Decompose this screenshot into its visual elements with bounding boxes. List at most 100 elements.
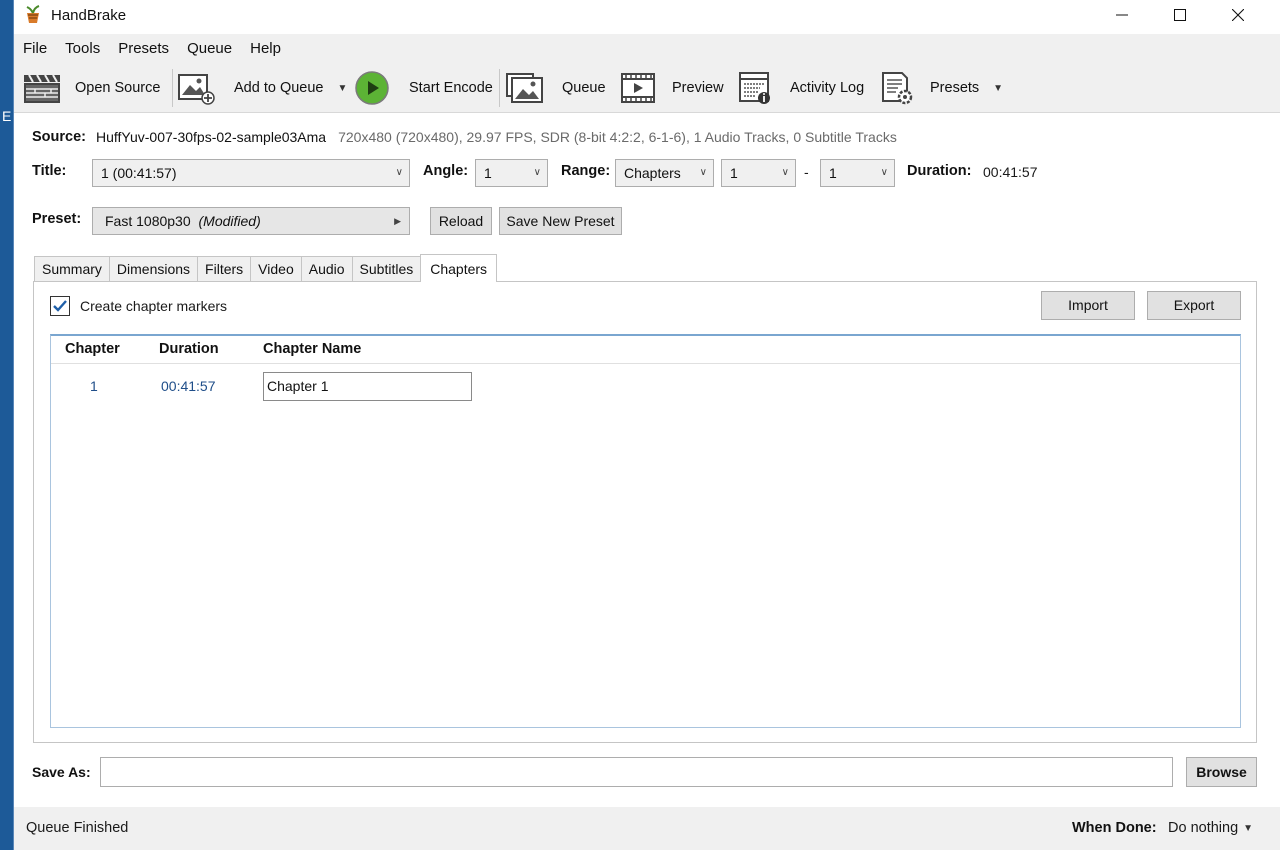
toolbar-separator: [499, 69, 500, 107]
menu-tools[interactable]: Tools: [56, 34, 109, 63]
clapperboard-icon: [23, 71, 61, 105]
range-label: Range:: [561, 163, 611, 179]
activity-log-label: Activity Log: [790, 80, 865, 96]
title-bar[interactable]: HandBrake: [14, 0, 1280, 30]
tab-strip: Summary Dimensions Filters Video Audio S…: [34, 254, 498, 282]
chevron-down-icon: ∨: [533, 167, 541, 178]
film-play-icon: [620, 71, 658, 105]
queue-label: Queue: [562, 80, 606, 96]
queue-images-icon: [506, 71, 544, 105]
chevron-right-icon: ▶: [394, 216, 401, 226]
open-source-label: Open Source: [75, 80, 161, 96]
tab-summary[interactable]: Summary: [34, 256, 110, 282]
preview-button[interactable]: Preview: [620, 63, 724, 113]
preset-name: Fast 1080p30: [105, 213, 191, 229]
angle-select[interactable]: 1 ∨: [475, 159, 548, 187]
handbrake-logo-icon: [23, 5, 43, 25]
chevron-down-icon: ▼: [1243, 822, 1254, 834]
preset-modified: (Modified): [198, 213, 261, 229]
browse-button[interactable]: Browse: [1186, 757, 1257, 787]
activity-log-icon: [738, 71, 776, 105]
add-to-queue-dropdown-icon[interactable]: ▼: [338, 83, 348, 94]
chevron-down-icon: ∨: [880, 167, 888, 178]
range-start-select[interactable]: 1 ∨: [721, 159, 796, 187]
range-type-select[interactable]: Chapters ∨: [615, 159, 714, 187]
range-type-value: Chapters: [624, 165, 681, 181]
preview-label: Preview: [672, 80, 724, 96]
tab-chapters[interactable]: Chapters: [420, 254, 498, 282]
toolbar-separator: [172, 69, 173, 107]
status-text: Queue Finished: [26, 820, 129, 836]
chapter-number: 1: [90, 378, 98, 394]
duration-label: Duration:: [907, 163, 972, 179]
chapters-panel: Create chapter markers Import Export Cha…: [33, 281, 1257, 743]
column-chapter-name[interactable]: Chapter Name: [263, 341, 361, 357]
create-chapter-markers-row[interactable]: Create chapter markers: [50, 296, 227, 316]
checkmark-icon: [53, 300, 67, 312]
chevron-down-icon: ∨: [395, 167, 403, 178]
presets-gear-icon: [880, 71, 918, 105]
range-dash: -: [804, 164, 809, 180]
title-select[interactable]: 1 (00:41:57) ∨: [92, 159, 410, 187]
angle-label: Angle:: [423, 163, 469, 179]
menu-queue[interactable]: Queue: [178, 34, 241, 63]
presets-button[interactable]: Presets ▼: [880, 63, 1003, 113]
range-end-value: 1: [829, 165, 837, 181]
menu-presets[interactable]: Presets: [109, 34, 178, 63]
chevron-down-icon: ∨: [781, 167, 789, 178]
tab-subtitles[interactable]: Subtitles: [351, 256, 422, 282]
add-to-queue-button[interactable]: Add to Queue ▼: [178, 63, 347, 113]
save-as-label: Save As:: [32, 764, 91, 780]
queue-button[interactable]: Queue: [506, 63, 606, 113]
when-done-value: Do nothing: [1168, 820, 1239, 836]
save-as-input[interactable]: [100, 757, 1173, 787]
chapter-name-input[interactable]: Chapter 1: [263, 372, 472, 401]
source-info: 720x480 (720x480), 29.97 FPS, SDR (8-bit…: [338, 129, 897, 145]
export-button[interactable]: Export: [1147, 291, 1241, 320]
desktop-background: E: [0, 0, 13, 850]
tab-video[interactable]: Video: [250, 256, 302, 282]
tab-filters[interactable]: Filters: [197, 256, 252, 282]
column-duration[interactable]: Duration: [159, 341, 219, 357]
open-source-button[interactable]: Open Source: [23, 63, 160, 113]
chevron-down-icon: ∨: [699, 167, 707, 178]
play-icon: [355, 71, 391, 105]
title-select-value: 1 (00:41:57): [101, 165, 177, 181]
when-done-select[interactable]: Do nothing ▼: [1168, 820, 1253, 836]
presets-label: Presets: [930, 80, 980, 96]
handbrake-window: HandBrake File Tools Presets Queue Help: [13, 0, 1280, 850]
tab-dimensions[interactable]: Dimensions: [108, 256, 199, 282]
import-button[interactable]: Import: [1041, 291, 1135, 320]
menu-file[interactable]: File: [14, 34, 56, 63]
chapter-duration: 00:41:57: [161, 378, 216, 394]
minimize-icon: [1116, 14, 1128, 16]
source-row: Source: HuffYuv-007-30fps-02-sample03Ama…: [32, 127, 897, 147]
when-done-label: When Done:: [1072, 820, 1157, 836]
range-start-value: 1: [730, 165, 738, 181]
presets-dropdown-icon[interactable]: ▼: [993, 83, 1003, 94]
close-button[interactable]: [1209, 0, 1267, 30]
table-row[interactable]: 1 00:41:57: [51, 364, 1240, 408]
menu-help[interactable]: Help: [241, 34, 290, 63]
duration-value: 00:41:57: [983, 164, 1038, 180]
start-encode-button[interactable]: Start Encode: [355, 63, 493, 113]
minimize-button[interactable]: [1093, 0, 1151, 30]
activity-log-button[interactable]: Activity Log: [738, 63, 864, 113]
range-end-select[interactable]: 1 ∨: [820, 159, 895, 187]
add-image-icon: [178, 71, 216, 105]
create-chapter-markers-label: Create chapter markers: [80, 298, 228, 314]
maximize-icon: [1174, 9, 1186, 21]
save-new-preset-button[interactable]: Save New Preset: [499, 207, 622, 235]
add-to-queue-label: Add to Queue: [234, 80, 324, 96]
preset-selector[interactable]: Fast 1080p30 (Modified) ▶: [92, 207, 410, 235]
angle-select-value: 1: [484, 165, 492, 181]
maximize-button[interactable]: [1151, 0, 1209, 30]
create-chapter-markers-checkbox[interactable]: [50, 296, 70, 316]
reload-button[interactable]: Reload: [430, 207, 492, 235]
window-title: HandBrake: [51, 6, 127, 24]
menu-bar: File Tools Presets Queue Help: [14, 34, 1280, 63]
tab-audio[interactable]: Audio: [300, 256, 353, 282]
column-chapter[interactable]: Chapter: [65, 341, 120, 357]
chapters-table-header: Chapter Duration Chapter Name: [51, 336, 1240, 364]
toolbar: Open Source Add to Queue ▼ Start Encode …: [14, 63, 1280, 113]
